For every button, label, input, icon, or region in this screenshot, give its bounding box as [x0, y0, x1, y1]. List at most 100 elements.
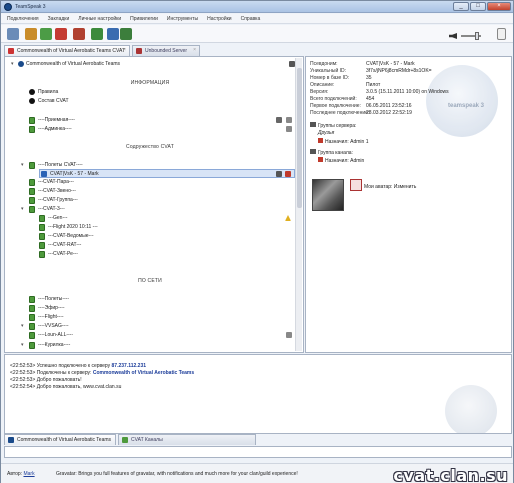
- menu-self[interactable]: Личные настройки: [78, 16, 121, 22]
- menu-help[interactable]: Справка: [241, 16, 261, 22]
- info-version: Версия: 3.0.5 (15.11.2011 10:00) on Windo…: [310, 89, 449, 95]
- server-group-assigned: Назначил: Admin 1: [318, 138, 369, 145]
- window-title: TeamSpeak 3: [15, 4, 46, 10]
- group-icon: [310, 122, 316, 127]
- title-bar: TeamSpeak 3 _ □ ×: [1, 1, 513, 13]
- info-total-connections: Всего подключений: 454: [310, 96, 375, 102]
- expand-icon[interactable]: ▾: [21, 324, 25, 329]
- server-tabs: Commonwealth of Virtual Aerobatic Teams …: [4, 45, 200, 56]
- close-tab-icon[interactable]: ×: [193, 47, 196, 53]
- server-row[interactable]: ▾ Commonwealth of Virtual Aerobatic Team…: [9, 60, 299, 69]
- spacer-cvat: Содружество CVAT: [126, 144, 174, 150]
- channel-admin[interactable]: ----Админка----: [29, 125, 299, 134]
- channel-loun[interactable]: ----Loun-ALL----: [29, 331, 299, 340]
- info-icon: [29, 89, 35, 95]
- channel-group-assigned: Назначил: Admin: [318, 157, 364, 164]
- channel-icon: [29, 162, 35, 169]
- minimize-button[interactable]: _: [453, 2, 469, 11]
- lock-icon: [286, 117, 292, 123]
- channel-icon: [29, 126, 35, 133]
- spacer-info: ИНФОРМАЦИЯ: [130, 80, 170, 86]
- volume-slider[interactable]: [461, 32, 481, 40]
- channel-reception[interactable]: ----Приемная----: [29, 116, 299, 125]
- expand-icon[interactable]: ▾: [21, 343, 25, 348]
- teamspeak-app-icon: [4, 3, 12, 11]
- info-unique-id: Уникальный ID: 3f7s/jNP6j8cmRMdr+8s1OK=: [310, 68, 432, 74]
- menu-connections[interactable]: Подключения: [7, 16, 39, 22]
- tab-chat-channel[interactable]: CVAT Каналы: [118, 434, 257, 445]
- info-last-connection: Последнее подключение:28.03.2012 22:52:1…: [310, 110, 412, 116]
- tab-chat-server[interactable]: Commonwealth of Virtual Aerobatic Teams: [4, 434, 117, 445]
- server-tab-icon: [8, 48, 14, 54]
- chat-line: <22:52:53> Успешно подключено к серверу …: [10, 363, 147, 369]
- subscribe-icon[interactable]: [91, 28, 103, 40]
- close-button[interactable]: ×: [487, 2, 511, 11]
- news-author-link[interactable]: Mark: [23, 471, 34, 477]
- client-info-panel: teamspeak 3 Псевдоним: CVAT|VsK - 57 - Ma…: [305, 56, 512, 353]
- close-tab-icon[interactable]: ×: [123, 47, 126, 53]
- admin-badge-icon: [285, 171, 291, 177]
- channel-icon: [29, 179, 35, 186]
- contacts-icon[interactable]: [107, 28, 119, 40]
- admin-badge-icon: [318, 138, 323, 143]
- mute-speakers-icon[interactable]: [73, 28, 85, 40]
- expand-icon[interactable]: ▾: [21, 207, 25, 212]
- toolbar: [1, 25, 513, 43]
- menu-tools[interactable]: Инструменты: [167, 16, 198, 22]
- avatar: [312, 179, 344, 211]
- away-icon[interactable]: [40, 28, 52, 40]
- menu-settings[interactable]: Настройки: [207, 16, 232, 22]
- menu-bookmarks[interactable]: Закладки: [48, 16, 70, 22]
- spacer-online: ПО СЕТИ: [138, 278, 162, 284]
- file-transfer-icon[interactable]: [120, 28, 132, 40]
- channel-icon: [29, 332, 35, 339]
- teamspeak-window: TeamSpeak 3 _ □ × Подключения Закладки Л…: [0, 0, 514, 483]
- volume-slider-handle[interactable]: [475, 32, 479, 40]
- maximize-button[interactable]: □: [470, 2, 486, 11]
- channel-tree-scrollbar[interactable]: [295, 58, 302, 351]
- lock-icon: [286, 126, 292, 132]
- teamspeak-logo: teamspeak 3: [426, 65, 498, 137]
- connect-icon[interactable]: [7, 28, 19, 40]
- tab-server-unbounded[interactable]: Unbounded Server ×: [132, 45, 200, 56]
- teamspeak-watermark-icon: [445, 385, 497, 433]
- group-icon: [310, 149, 316, 154]
- lock-icon: [286, 332, 292, 338]
- info-nickname: Псевдоним: CVAT|VsK - 57 - Mark: [310, 61, 415, 67]
- channel-icon: [29, 117, 35, 124]
- expand-icon[interactable]: ▾: [11, 62, 15, 67]
- bookmark-icon[interactable]: [25, 28, 37, 40]
- channel-icon: [29, 323, 35, 330]
- channel-icon: [29, 206, 35, 213]
- expand-icon[interactable]: ▾: [21, 163, 25, 168]
- chat-input[interactable]: [4, 446, 512, 458]
- channel-group-heading: Группа канала:: [310, 149, 353, 156]
- user-icon: [41, 171, 47, 177]
- chat-line: <22:52:53> Добро пожаловать!: [10, 377, 82, 383]
- scrollbar-thumb[interactable]: [297, 68, 302, 208]
- channel-icon: [39, 215, 45, 222]
- chat-log: <22:52:53> Успешно подключено к серверу …: [4, 354, 512, 434]
- avatar-label[interactable]: Мои аватар: Изменить: [364, 184, 416, 191]
- server-tab-icon: [136, 48, 143, 54]
- menu-bar: Подключения Закладки Личные настройки Пр…: [1, 14, 513, 24]
- channel-icon: [29, 197, 35, 204]
- channel-gen[interactable]: ---Gen---: [39, 214, 295, 223]
- channel-icon: [29, 305, 35, 312]
- push-to-talk-icon[interactable]: [497, 28, 506, 40]
- mute-microphone-icon[interactable]: [55, 28, 67, 40]
- channel-icon: [39, 233, 45, 240]
- info-first-connection: Первое подключение: 06.05.2011 23:52:16: [310, 103, 412, 109]
- group-badge-icon: [276, 171, 282, 177]
- server-icon: [18, 61, 24, 67]
- menu-permissions[interactable]: Привилегии: [130, 16, 158, 22]
- avatar-change-icon[interactable]: [350, 179, 362, 191]
- channel-icon: [29, 188, 35, 195]
- chat-line: <22:52:54> Добро пожаловать, www.cvat.cl…: [10, 384, 122, 390]
- server-group-value: Друзья: [318, 130, 335, 136]
- news-ticker: Автор: Mark Gravatar: Brings you full fe…: [7, 471, 298, 477]
- user-row-selected[interactable]: CVAT|VsK - 57 - Mark: [39, 169, 295, 178]
- admin-badge-icon: [318, 157, 323, 162]
- tab-server-cvat[interactable]: Commonwealth of Virtual Aerobatic Teams …: [4, 45, 131, 56]
- channel-icon: [29, 296, 35, 303]
